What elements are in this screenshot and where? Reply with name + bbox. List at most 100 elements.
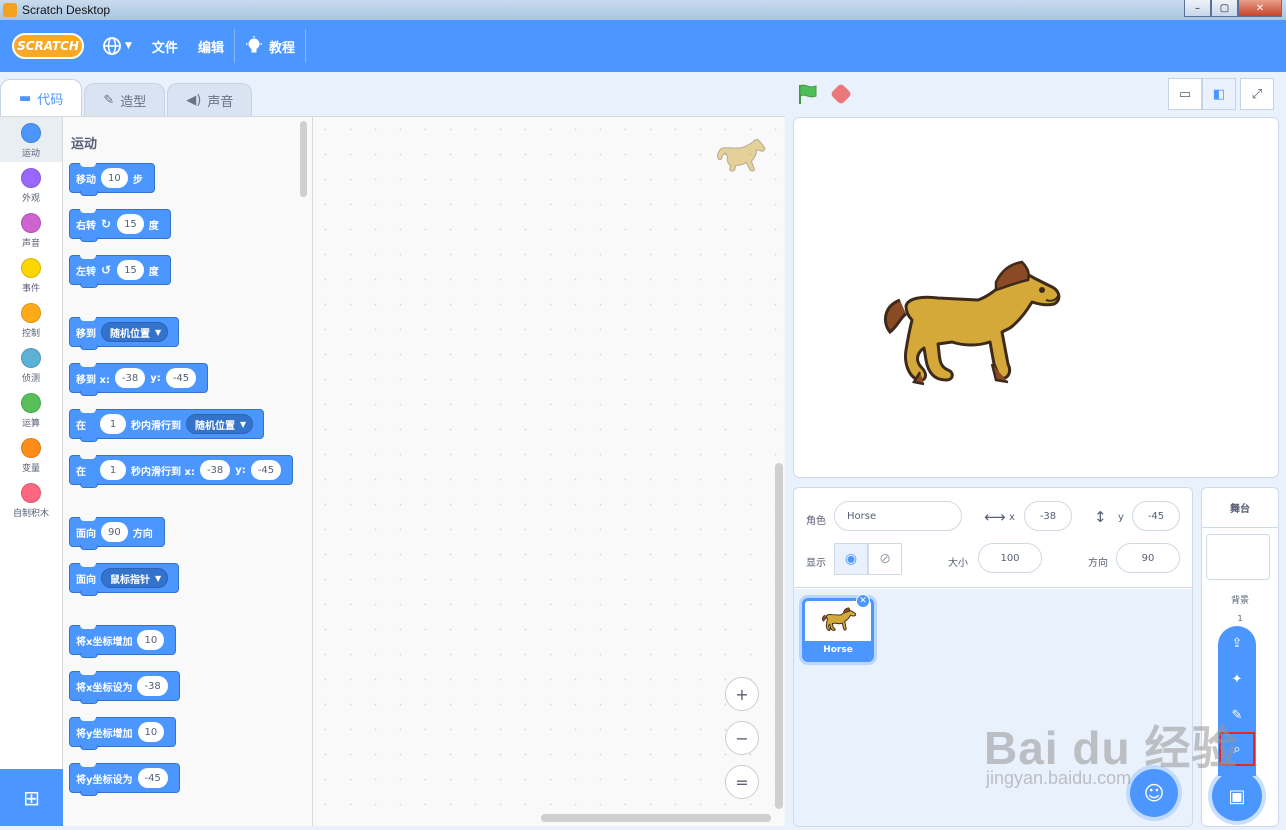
stage-selector[interactable]: 舞台 背景 1 ⇪ ✦ ✎ ⌕ ▣ [1201, 487, 1279, 827]
sprite-name-input[interactable]: Horse [834, 501, 962, 531]
stop-button[interactable] [829, 82, 853, 106]
category-looks[interactable]: 外观 [0, 162, 62, 207]
scratch-logo[interactable]: SCRATCH [12, 33, 84, 59]
block-input[interactable]: 15 [117, 214, 144, 234]
upload-icon: ⇪ [1231, 635, 1243, 651]
menu-bar: SCRATCH ▼ 文件 编辑 教程 [0, 20, 1286, 72]
zoom-out-icon: − [735, 728, 749, 748]
surprise-backdrop-button[interactable]: ✦ [1221, 664, 1253, 694]
block-input[interactable]: 10 [137, 630, 165, 650]
sprite-info-panel: 角色 Horse ⟷ x -38 ↕ y -45 显示 ◉ ⊘ 大小 100 方… [794, 488, 1192, 588]
block-text: 将y坐标增加 [76, 728, 133, 740]
choose-backdrop-search-button[interactable]: ⌕ [1219, 732, 1255, 766]
block-input[interactable]: 1 [100, 414, 126, 434]
block-input[interactable]: 10 [101, 168, 128, 188]
code-workspace[interactable]: + − = [313, 116, 785, 826]
block-dropdown[interactable]: 随机位置 ▼ [101, 322, 169, 342]
block-text: y: [235, 464, 246, 476]
block-input[interactable]: 10 [137, 722, 165, 742]
block-set-x[interactable]: 将x坐标设为 -38 [69, 671, 180, 704]
block-input[interactable]: -38 [137, 676, 168, 696]
add-extension-button[interactable]: ⊞ [0, 769, 63, 826]
category-sensing[interactable]: 侦测 [0, 342, 62, 387]
block-text: 右转 [76, 220, 96, 232]
choose-backdrop-button[interactable]: ▣ [1212, 771, 1262, 821]
tutorials-menu[interactable]: 教程 [235, 20, 305, 72]
block-input[interactable]: 1 [100, 460, 126, 480]
block-turn-right[interactable]: 右转 ↻ 15 度 [69, 209, 171, 242]
stage-canvas[interactable] [793, 117, 1279, 478]
category-label: 事件 [21, 284, 40, 294]
choose-sprite-button[interactable]: ☺ [1130, 769, 1178, 817]
category-my-blocks[interactable]: 自制积木 [0, 477, 62, 522]
window-controls: – ▢ ✕ [1184, 0, 1282, 17]
block-input[interactable]: -45 [250, 460, 282, 480]
paint-backdrop-button[interactable]: ✎ [1221, 700, 1253, 730]
category-motion[interactable]: 运动 [0, 117, 62, 162]
palette-scrollbar[interactable] [300, 121, 307, 197]
x-position-input[interactable]: -38 [1024, 501, 1072, 531]
category-label: 侦测 [21, 374, 40, 384]
tab-costumes[interactable]: ✎ 造型 [84, 83, 166, 117]
direction-input[interactable]: 90 [1116, 543, 1180, 573]
minimize-button[interactable]: – [1184, 0, 1211, 17]
tab-code[interactable]: ▬ 代码 [0, 79, 83, 117]
block-dropdown[interactable]: 鼠标指针 ▼ [101, 568, 169, 588]
block-input[interactable]: -38 [199, 460, 231, 480]
category-control[interactable]: 控制 [0, 297, 62, 342]
block-point-direction[interactable]: 面向 90 方向 [69, 517, 165, 550]
block-point-towards[interactable]: 面向 鼠标指针 ▼ [69, 563, 180, 596]
block-input[interactable]: -45 [137, 768, 168, 788]
green-flag-button[interactable] [797, 83, 819, 105]
delete-sprite-button[interactable]: ✕ [856, 594, 870, 608]
block-move-steps[interactable]: 移动 10 步 [69, 163, 155, 196]
zoom-reset-button[interactable]: = [725, 765, 759, 799]
block-text: 度 [148, 266, 159, 278]
block-change-y[interactable]: 将y坐标增加 10 [69, 717, 177, 750]
category-label: 运动 [21, 149, 40, 159]
tab-sounds[interactable]: ◀) 声音 [167, 83, 253, 117]
tab-costumes-label: 造型 [120, 95, 147, 110]
show-sprite-button[interactable]: ◉ [834, 543, 868, 575]
close-button[interactable]: ✕ [1238, 0, 1282, 17]
language-menu[interactable]: ▼ [92, 20, 142, 72]
hide-sprite-button[interactable]: ⊘ [868, 543, 902, 575]
block-goto[interactable]: 移到 随机位置 ▼ [69, 317, 180, 350]
block-change-x[interactable]: 将x坐标增加 10 [69, 625, 177, 658]
block-input[interactable]: -45 [165, 368, 197, 388]
category-events[interactable]: 事件 [0, 252, 62, 297]
block-input[interactable]: 15 [117, 260, 144, 280]
category-variables[interactable]: 变量 [0, 432, 62, 477]
block-input[interactable]: -38 [114, 368, 146, 388]
edit-menu[interactable]: 编辑 [188, 20, 234, 72]
zoom-in-button[interactable]: + [725, 677, 759, 711]
large-stage-button[interactable]: ◧ [1202, 78, 1236, 110]
palette-category-title: 运动 [71, 137, 98, 152]
y-position-input[interactable]: -45 [1132, 501, 1180, 531]
block-glide-xy[interactable]: 在 1 秒内滑行到 x: -38 y: -45 [69, 455, 294, 488]
category-sound[interactable]: 声音 [0, 207, 62, 252]
size-input[interactable]: 100 [978, 543, 1042, 573]
block-set-y[interactable]: 将y坐标设为 -45 [69, 763, 180, 796]
workspace-vertical-scrollbar[interactable] [775, 463, 783, 809]
block-input[interactable]: 90 [101, 522, 128, 542]
caret-down-icon: ▼ [240, 419, 247, 429]
search-icon: ⌕ [1233, 741, 1241, 757]
window-title: Scratch Desktop [22, 3, 111, 17]
maximize-button[interactable]: ▢ [1211, 0, 1238, 17]
horse-sprite[interactable] [878, 260, 1066, 402]
file-menu[interactable]: 文件 [142, 20, 188, 72]
category-operators[interactable]: 运算 [0, 387, 62, 432]
zoom-out-button[interactable]: − [725, 721, 759, 755]
fullscreen-button[interactable]: ⤢ [1240, 78, 1274, 110]
block-goto-xy[interactable]: 移到 x: -38 y: -45 [69, 363, 209, 396]
upload-backdrop-button[interactable]: ⇪ [1221, 628, 1253, 658]
block-turn-left[interactable]: 左转 ↺ 15 度 [69, 255, 171, 288]
block-glide[interactable]: 在 1 秒内滑行到 随机位置 ▼ [69, 409, 265, 442]
category-label: 运算 [21, 419, 40, 429]
category-dot [21, 483, 41, 503]
workspace-horizontal-scrollbar[interactable] [541, 814, 771, 822]
backdrop-thumbnail[interactable] [1206, 534, 1270, 580]
block-dropdown[interactable]: 随机位置 ▼ [186, 414, 254, 434]
small-stage-button[interactable]: ▭ [1168, 78, 1202, 110]
